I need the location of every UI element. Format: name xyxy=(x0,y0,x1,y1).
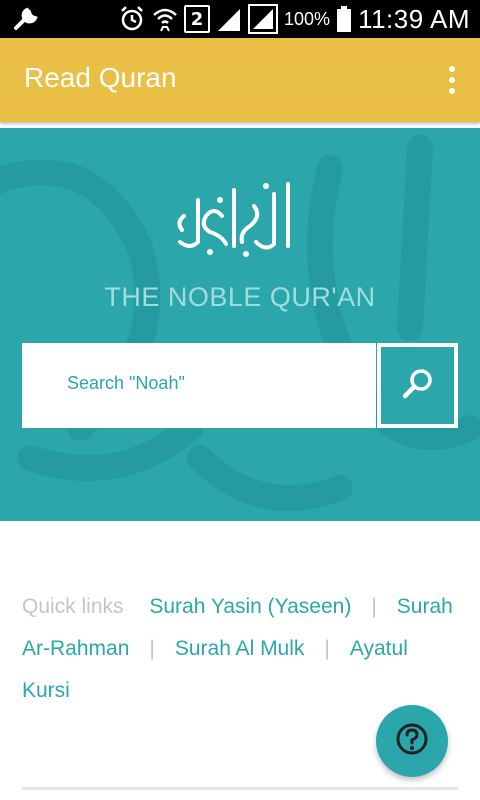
search-icon xyxy=(401,366,435,405)
separator: | xyxy=(371,595,377,618)
hero-banner: THE NOBLE QUR'AN xyxy=(0,128,480,521)
separator: | xyxy=(324,637,330,660)
search-button[interactable] xyxy=(377,343,458,428)
separator: | xyxy=(149,637,155,660)
app-title: Read Quran xyxy=(24,62,177,93)
sim-badge: 2 xyxy=(190,8,204,30)
quick-link-surah-yasin[interactable]: Surah Yasin (Yaseen) xyxy=(149,595,351,618)
battery-icon xyxy=(336,5,352,33)
alarm-icon xyxy=(118,5,146,33)
overflow-menu-icon[interactable] xyxy=(442,60,462,100)
search-input[interactable] xyxy=(67,373,367,394)
quick-links: Quick links Surah Yasin (Yaseen) | Surah A… xyxy=(22,586,458,712)
wrench-icon xyxy=(12,6,40,32)
quick-links-label: Quick links xyxy=(22,595,124,618)
battery-percent: 100% xyxy=(284,8,331,29)
divider xyxy=(22,787,458,790)
page-subtitle: THE NOBLE QUR'AN xyxy=(104,282,376,312)
status-right: 2 100% 11:39 AM xyxy=(118,0,470,38)
signal-icon xyxy=(216,5,242,33)
clock: 11:39 AM xyxy=(358,3,470,34)
help-button[interactable] xyxy=(376,705,448,777)
signal-icon xyxy=(248,4,279,34)
quran-calligraphy-logo xyxy=(177,182,290,257)
app-bar: Read Quran xyxy=(0,38,480,122)
search-box xyxy=(22,343,376,428)
wifi-icon xyxy=(152,5,178,33)
sim-2-icon: 2 xyxy=(184,5,211,33)
status-left xyxy=(12,6,40,37)
search-button-inner xyxy=(381,347,454,424)
quick-link-surah-al-mulk[interactable]: Surah Al Mulk xyxy=(175,637,305,660)
status-bar: 2 100% 11:39 AM xyxy=(0,0,480,38)
help-icon xyxy=(395,722,429,761)
